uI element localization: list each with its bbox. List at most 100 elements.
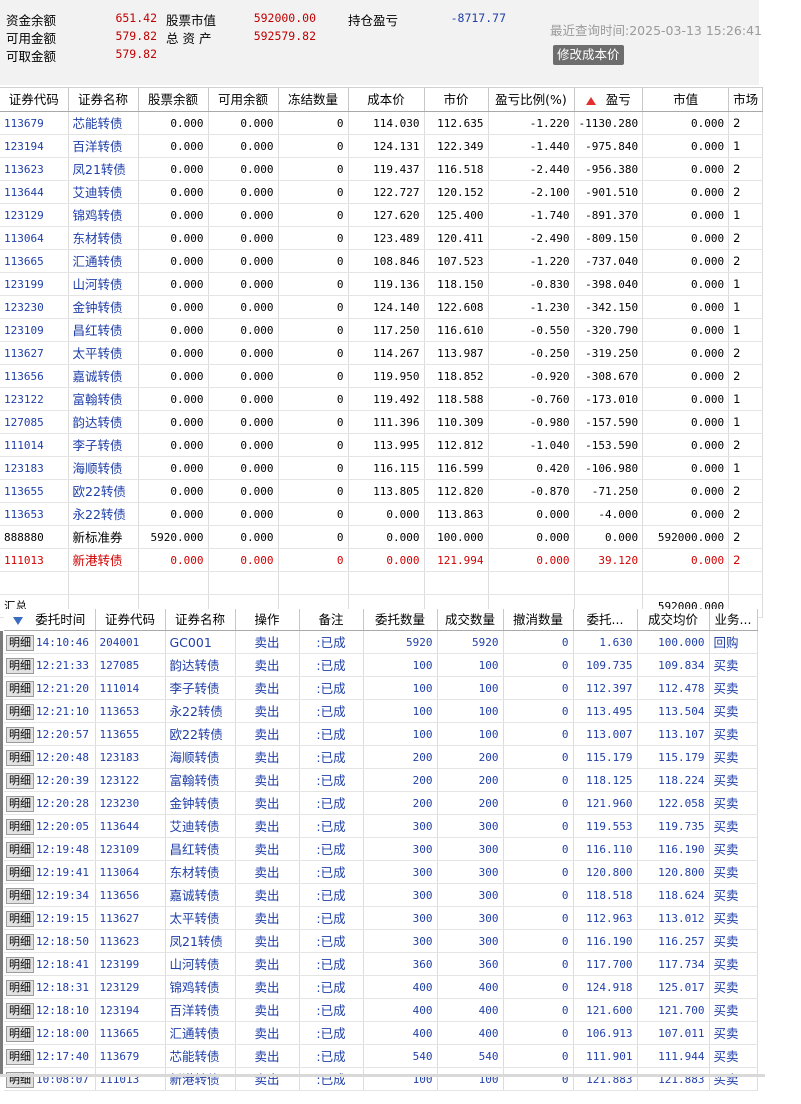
order-avg-price: 109.834: [637, 653, 710, 677]
blank-cell: [348, 571, 425, 595]
order-row[interactable]: 明细 12:19:15 113627 太平转债 卖出:已成 300 300 0 112.963 1…: [4, 906, 758, 930]
modify-cost-button[interactable]: 修改成本价: [553, 45, 624, 65]
col-header-price[interactable]: 市价: [424, 87, 489, 112]
order-row[interactable]: 明细 12:18:41 123199 山河转债 卖出:已成 360 360 0 117.700 1…: [4, 952, 758, 976]
col-header-market[interactable]: 市场: [728, 87, 764, 112]
detail-button[interactable]: 明细: [6, 680, 34, 697]
col-header-operation[interactable]: 操作: [235, 609, 300, 631]
order-row[interactable]: 明细 12:19:34 113656 嘉诚转债 卖出:已成 300 300 0 118.518 1…: [4, 883, 758, 907]
position-row[interactable]: 888880 新标准券 5920.000 0.000 0 0.000 100.000 0.00…: [0, 525, 764, 549]
position-name: 新港转债: [68, 548, 139, 572]
col-header-frozen[interactable]: 冻结数量: [278, 87, 349, 112]
order-row[interactable]: 明细 12:20:05 113644 艾迪转债 卖出:已成 300 300 0 119.553 1…: [4, 814, 758, 838]
col-header-balance[interactable]: 股票余额: [138, 87, 209, 112]
detail-button[interactable]: 明细: [6, 1002, 34, 1019]
detail-button[interactable]: 明细: [6, 749, 34, 766]
col-header-order-time[interactable]: 委托时间: [4, 609, 96, 631]
order-row[interactable]: 明细 12:20:48 123183 海顺转债 卖出:已成 200 200 0 115.179 1…: [4, 745, 758, 769]
detail-button[interactable]: 明细: [6, 956, 34, 973]
detail-button[interactable]: 明细: [6, 1025, 34, 1042]
col-header-filled-qty[interactable]: 成交数量: [437, 609, 504, 631]
order-row[interactable]: 明细 12:19:48 123109 昌红转债 卖出:已成 300 300 0 116.110 1…: [4, 837, 758, 861]
order-qty: 5920: [363, 630, 438, 654]
order-row[interactable]: 明细 12:18:10 123194 百洋转债 卖出:已成 400 400 0 121.600 1…: [4, 998, 758, 1022]
order-row[interactable]: 明细 12:19:41 113064 东材转债 卖出:已成 300 300 0 120.800 1…: [4, 860, 758, 884]
position-code: 113064: [0, 226, 69, 250]
position-available: 0.000: [208, 433, 279, 457]
order-row[interactable]: 明细 12:21:10 113653 永22转债 卖出:已成 100 100 0 113.495…: [4, 699, 758, 723]
detail-button[interactable]: 明细: [6, 726, 34, 743]
detail-button[interactable]: 明细: [6, 703, 34, 720]
col-header-business[interactable]: 业务...: [709, 609, 758, 631]
position-balance: 0.000: [138, 157, 209, 181]
order-row[interactable]: 明细 12:20:57 113655 欧22转债 卖出:已成 100 100 0 113.007…: [4, 722, 758, 746]
detail-button[interactable]: 明细: [6, 979, 34, 996]
position-row[interactable]: 123122 富翰转债 0.000 0.000 0 119.492 118.588 -0.76…: [0, 387, 764, 411]
col-header-cost[interactable]: 成本价: [348, 87, 425, 112]
position-row[interactable]: 123230 金钟转债 0.000 0.000 0 124.140 122.608 -1.23…: [0, 295, 764, 319]
detail-button[interactable]: 明细: [6, 818, 34, 835]
order-row[interactable]: 明细 12:20:39 123122 富翰转债 卖出:已成 200 200 0 118.125 1…: [4, 768, 758, 792]
position-row[interactable]: 113623 凤21转债 0.000 0.000 0 119.437 116.518 -2.4…: [0, 157, 764, 181]
col-header-order-name[interactable]: 证券名称: [165, 609, 236, 631]
position-row[interactable]: 111013 新港转债 0.000 0.000 0 0.000 121.994 0.000 39…: [0, 548, 764, 572]
order-row[interactable]: 明细 12:18:50 113623 凤21转债 卖出:已成 300 300 0 116.190…: [4, 929, 758, 953]
position-balance: 0.000: [138, 502, 209, 526]
order-row[interactable]: 明细 12:18:00 113665 汇通转债 卖出:已成 400 400 0 106.913 1…: [4, 1021, 758, 1045]
position-row[interactable]: 123199 山河转债 0.000 0.000 0 119.136 118.150 -0.83…: [0, 272, 764, 296]
position-name: 韵达转债: [68, 410, 139, 434]
position-row[interactable]: 113656 嘉诚转债 0.000 0.000 0 119.950 118.852 -0.92…: [0, 364, 764, 388]
order-operation: 卖出: [235, 676, 300, 700]
detail-button[interactable]: 明细: [6, 887, 34, 904]
col-header-avg-price[interactable]: 成交均价: [637, 609, 710, 631]
position-row[interactable]: 123194 百洋转债 0.000 0.000 0 124.131 122.349 -1.44…: [0, 134, 764, 158]
order-operation: 卖出: [235, 837, 300, 861]
order-row[interactable]: 明细 12:21:33 127085 韵达转债 卖出:已成 100 100 0 109.735 1…: [4, 653, 758, 677]
detail-button[interactable]: 明细: [6, 795, 34, 812]
detail-button[interactable]: 明细: [6, 657, 34, 674]
detail-button[interactable]: 明细: [6, 772, 34, 789]
position-cost: 117.250: [348, 318, 425, 342]
col-header-pnl[interactable]: 盈亏: [574, 87, 644, 112]
position-code: 123199: [0, 272, 69, 296]
horizontal-scrollbar[interactable]: [0, 1074, 765, 1077]
position-row[interactable]: 127085 韵达转债 0.000 0.000 0 111.396 110.309 -0.98…: [0, 410, 764, 434]
position-row[interactable]: 123109 昌红转债 0.000 0.000 0 117.250 116.610 -0.55…: [0, 318, 764, 342]
col-header-order-code[interactable]: 证券代码: [95, 609, 166, 631]
order-row[interactable]: 明细 10:08:07 111013 新港转债 卖出:已成 100 100 0 121.883 1…: [4, 1067, 758, 1091]
order-row[interactable]: 明细 12:20:28 123230 金钟转债 卖出:已成 200 200 0 121.960 1…: [4, 791, 758, 815]
order-row[interactable]: 明细 12:17:40 113679 芯能转债 卖出:已成 540 540 0 111.901 1…: [4, 1044, 758, 1068]
order-price: 115.179: [573, 745, 638, 769]
order-time: 12:18:41: [36, 957, 89, 971]
col-header-cancel-qty[interactable]: 撤消数量: [503, 609, 574, 631]
position-row[interactable]: 113665 汇通转债 0.000 0.000 0 108.846 107.523 -1.22…: [0, 249, 764, 273]
col-header-order-price[interactable]: 委托...: [573, 609, 638, 631]
order-row[interactable]: 明细 12:18:31 123129 锦鸡转债 卖出:已成 400 400 0 124.918 1…: [4, 975, 758, 999]
position-row[interactable]: 113679 芯能转债 0.000 0.000 0 114.030 112.635 -1.22…: [0, 111, 764, 135]
col-header-available[interactable]: 可用余额: [208, 87, 279, 112]
order-row[interactable]: 明细 12:21:20 111014 李子转债 卖出:已成 100 100 0 112.397 1…: [4, 676, 758, 700]
col-header-remark[interactable]: 备注: [299, 609, 364, 631]
col-header-name[interactable]: 证券名称: [68, 87, 139, 112]
detail-button[interactable]: 明细: [6, 910, 34, 927]
detail-button[interactable]: 明细: [6, 864, 34, 881]
position-row[interactable]: 123183 海顺转债 0.000 0.000 0 116.115 116.599 0.420…: [0, 456, 764, 480]
detail-button[interactable]: 明细: [6, 634, 34, 651]
order-row[interactable]: 明细 14:10:46 204001 GC001 卖出:已成 5920 5920 0 1.630…: [4, 630, 758, 654]
col-header-code[interactable]: 证券代码: [0, 87, 69, 112]
detail-button[interactable]: 明细: [6, 1048, 34, 1065]
position-row[interactable]: 123129 锦鸡转债 0.000 0.000 0 127.620 125.400 -1.74…: [0, 203, 764, 227]
detail-button[interactable]: 明细: [6, 933, 34, 950]
position-row[interactable]: 113627 太平转债 0.000 0.000 0 114.267 113.987 -0.25…: [0, 341, 764, 365]
col-header-order-qty[interactable]: 委托数量: [363, 609, 438, 631]
position-row[interactable]: 113655 欧22转债 0.000 0.000 0 113.805 112.820 -0.8…: [0, 479, 764, 503]
position-row[interactable]: 111014 李子转债 0.000 0.000 0 113.995 112.812 -1.04…: [0, 433, 764, 457]
position-row[interactable]: 113644 艾迪转债 0.000 0.000 0 122.727 120.152 -2.10…: [0, 180, 764, 204]
order-time: 12:20:39: [36, 773, 89, 787]
col-header-pnl-pct[interactable]: 盈亏比例(%): [488, 87, 575, 112]
position-row[interactable]: 113653 永22转债 0.000 0.000 0 0.000 113.863 0.000-…: [0, 502, 764, 526]
order-price: 124.918: [573, 975, 638, 999]
col-header-value[interactable]: 市值: [642, 87, 730, 112]
position-row[interactable]: 113064 东材转债 0.000 0.000 0 123.489 120.411 -2.49…: [0, 226, 764, 250]
detail-button[interactable]: 明细: [6, 841, 34, 858]
